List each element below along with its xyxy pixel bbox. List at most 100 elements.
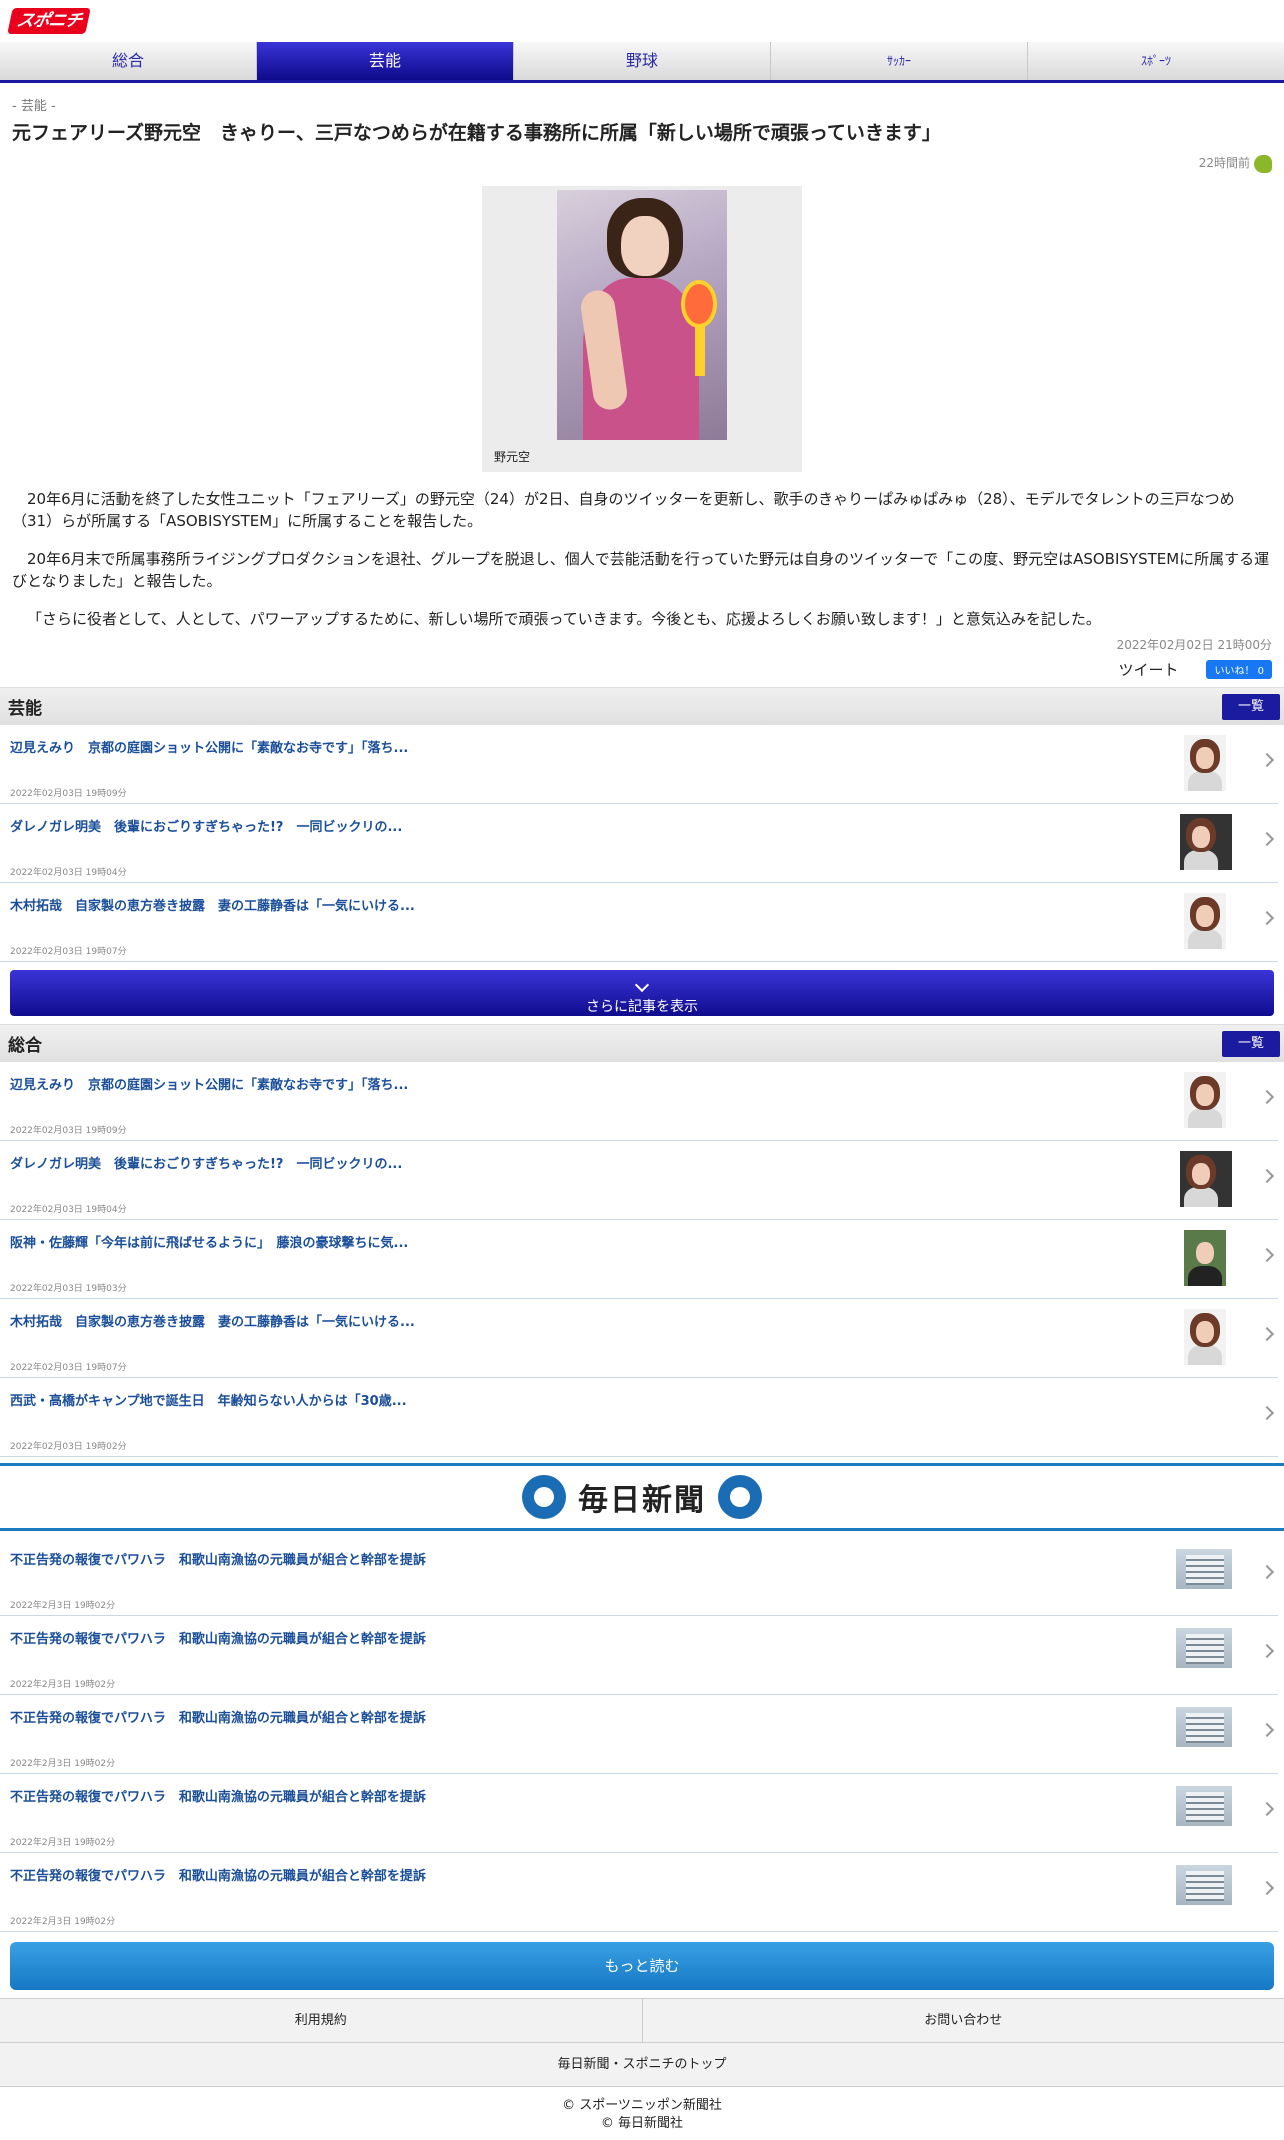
list-item[interactable]: ダレノガレ明美 後輩におごりすぎちゃった!? 一同ビックリの... 2022年0… xyxy=(0,804,1278,883)
photo-figure-face xyxy=(621,216,669,276)
horse-icon xyxy=(1254,154,1272,173)
article-age-text: 22時間前 xyxy=(1198,156,1250,170)
item-thumbnail xyxy=(1184,893,1226,949)
copyright-sponichi: © スポーツニッポン新聞社 xyxy=(562,2098,722,2113)
chevron-right-icon xyxy=(1259,1405,1275,1421)
photo-toy-handle xyxy=(695,326,705,376)
list-button[interactable]: 一覧 xyxy=(1222,1030,1280,1057)
item-title[interactable]: 辺見えみり 京都の庭園ショット公開に「素敵なお寺です」「落ち... xyxy=(10,737,1158,756)
footer-links: 利用規約 お問い合わせ xyxy=(0,1998,1284,2042)
item-title[interactable]: 不正告発の報復でパワハラ 和歌山南漁協の元職員が組合と幹部を提訴 xyxy=(10,1865,1158,1884)
show-more-label: さらに記事を表示 xyxy=(586,999,698,1015)
terms-link[interactable]: 利用規約 xyxy=(0,1999,642,2042)
read-more-button[interactable]: もっと読む xyxy=(10,1942,1274,1990)
item-thumbnail xyxy=(1180,1151,1232,1207)
list-item[interactable]: 不正告発の報復でパワハラ 和歌山南漁協の元職員が組合と幹部を提訴 2022年2月… xyxy=(0,1616,1278,1695)
item-date: 2022年02月03日 19時03分 xyxy=(10,1284,127,1294)
list-item[interactable]: 阪神・佐藤輝「今年は前に飛ばせるように」 藤浪の豪球撃ちに気... 2022年0… xyxy=(0,1220,1278,1299)
list-item[interactable]: 辺見えみり 京都の庭園ショット公開に「素敵なお寺です」「落ち... 2022年0… xyxy=(0,725,1278,804)
chevron-right-icon xyxy=(1259,1643,1275,1659)
tab-yakyu[interactable]: 野球 xyxy=(514,42,771,80)
article-age: 22時間前 xyxy=(12,152,1272,174)
section-header: 芸能 一覧 xyxy=(0,687,1284,725)
copyright-mainichi: © 毎日新聞社 xyxy=(600,2116,684,2131)
item-title[interactable]: 不正告発の報復でパワハラ 和歌山南漁協の元職員が組合と幹部を提訴 xyxy=(10,1707,1158,1726)
item-title[interactable]: 阪神・佐藤輝「今年は前に飛ばせるように」 藤浪の豪球撃ちに気... xyxy=(10,1232,1158,1251)
mainichi-banner[interactable]: 毎日新聞 xyxy=(0,1463,1284,1531)
list-item[interactable]: 西武・高橋がキャンプ地で誕生日 年齢知らない人からは「30歳... 2022年0… xyxy=(0,1378,1278,1457)
item-title[interactable]: 不正告発の報復でパワハラ 和歌山南漁協の元職員が組合と幹部を提訴 xyxy=(10,1786,1158,1805)
item-date: 2022年2月3日 19時02分 xyxy=(10,1680,116,1690)
item-thumbnail xyxy=(1176,1786,1232,1826)
item-thumbnail xyxy=(1184,1230,1226,1286)
show-more-button[interactable]: さらに記事を表示 xyxy=(10,970,1274,1016)
mainichi-emblem-icon xyxy=(522,1475,566,1519)
list-item[interactable]: 木村拓哉 自家製の恵方巻き披露 妻の工藤静香は「一気にいける... 2022年0… xyxy=(0,883,1278,962)
list-item[interactable]: 不正告発の報復でパワハラ 和歌山南漁協の元職員が組合と幹部を提訴 2022年2月… xyxy=(0,1537,1278,1616)
item-title[interactable]: ダレノガレ明美 後輩におごりすぎちゃった!? 一同ビックリの... xyxy=(10,1153,1158,1172)
section-title: 芸能 xyxy=(8,699,42,719)
item-title[interactable]: 不正告発の報復でパワハラ 和歌山南漁協の元職員が組合と幹部を提訴 xyxy=(10,1549,1158,1568)
category-nav: 総合 芸能 野球 ｻｯｶｰ ｽﾎﾟｰﾂ xyxy=(0,42,1284,83)
article-photo-box: 野元空 xyxy=(482,186,802,472)
chevron-right-icon xyxy=(1259,831,1275,847)
item-date: 2022年2月3日 19時02分 xyxy=(10,1917,116,1927)
item-date: 2022年02月03日 19時09分 xyxy=(10,789,127,799)
item-date: 2022年02月03日 19時04分 xyxy=(10,1205,127,1215)
photo-caption: 野元空 xyxy=(494,450,531,464)
article-paragraph: 「さらに役者として、人として、パワーアップするために、新しい場所で頑張っていきま… xyxy=(27,610,1101,628)
section-header: 総合 一覧 xyxy=(0,1024,1284,1062)
list-item[interactable]: 不正告発の報復でパワハラ 和歌山南漁協の元職員が組合と幹部を提訴 2022年2月… xyxy=(0,1853,1278,1932)
chevron-right-icon xyxy=(1259,1564,1275,1580)
chevron-right-icon xyxy=(1259,1801,1275,1817)
item-thumbnail xyxy=(1184,1072,1226,1128)
item-thumbnail xyxy=(1176,1707,1232,1747)
item-date: 2022年02月03日 19時07分 xyxy=(10,947,127,957)
chevron-right-icon xyxy=(1259,1089,1275,1105)
item-date: 2022年02月03日 19時07分 xyxy=(10,1363,127,1373)
tab-soccer[interactable]: ｻｯｶｰ xyxy=(771,42,1028,80)
item-thumbnail xyxy=(1184,1309,1226,1365)
tab-sports[interactable]: ｽﾎﾟｰﾂ xyxy=(1028,42,1284,80)
tweet-button[interactable]: ツイート xyxy=(1118,659,1178,680)
contact-link[interactable]: お問い合わせ xyxy=(641,1999,1284,2042)
list-item[interactable]: 不正告発の報復でパワハラ 和歌山南漁協の元職員が組合と幹部を提訴 2022年2月… xyxy=(0,1695,1278,1774)
item-title[interactable]: 木村拓哉 自家製の恵方巻き披露 妻の工藤静香は「一気にいける... xyxy=(10,895,1158,914)
chevron-down-icon xyxy=(634,977,650,993)
mainichi-section: 不正告発の報復でパワハラ 和歌山南漁協の元職員が組合と幹部を提訴 2022年2月… xyxy=(0,1537,1284,1990)
list-item[interactable]: 木村拓哉 自家製の恵方巻き披露 妻の工藤静香は「一気にいける... 2022年0… xyxy=(0,1299,1278,1378)
item-title[interactable]: 西武・高橋がキャンプ地で誕生日 年齢知らない人からは「30歳... xyxy=(10,1390,1158,1409)
top-page-link[interactable]: 毎日新聞・スポニチのトップ xyxy=(0,2043,1284,2086)
list-button[interactable]: 一覧 xyxy=(1222,693,1280,720)
article-paragraph: 20年6月末で所属事務所ライジングプロダクションを退社、グループを脱退し、個人で… xyxy=(12,550,1270,590)
facebook-like-button[interactable]: いいね！ 0 xyxy=(1206,659,1272,679)
item-title[interactable]: 木村拓哉 自家製の恵方巻き披露 妻の工藤静香は「一気にいける... xyxy=(10,1311,1158,1330)
tab-sogo[interactable]: 総合 xyxy=(0,42,257,80)
item-thumbnail xyxy=(1180,814,1232,870)
article-paragraph: 20年6月に活動を終了した女性ユニット「フェアリーズ」の野元空（24）が2日、自… xyxy=(12,490,1235,530)
article: - 芸能 - 元フェアリーズ野元空 きゃりー、三戸なつめらが在籍する事務所に所属… xyxy=(0,95,1284,681)
chevron-right-icon xyxy=(1259,752,1275,768)
sogo-section: 総合 一覧 辺見えみり 京都の庭園ショット公開に「素敵なお寺です」「落ち... … xyxy=(0,1024,1284,1457)
article-photo[interactable] xyxy=(557,190,727,440)
social-buttons: ツイート いいね！ 0 xyxy=(12,657,1272,681)
footer-top-row: 毎日新聞・スポニチのトップ xyxy=(0,2042,1284,2086)
chevron-right-icon xyxy=(1259,1880,1275,1896)
published-date: 2022年02月02日 21時00分 xyxy=(1116,638,1272,652)
sponichi-logo[interactable]: スポニチ xyxy=(7,8,91,34)
chevron-right-icon xyxy=(1259,1326,1275,1342)
list-item[interactable]: 辺見えみり 京都の庭園ショット公開に「素敵なお寺です」「落ち... 2022年0… xyxy=(0,1062,1278,1141)
item-date: 2022年2月3日 19時02分 xyxy=(10,1759,116,1769)
item-thumbnail xyxy=(1176,1628,1232,1668)
list-item[interactable]: ダレノガレ明美 後輩におごりすぎちゃった!? 一同ビックリの... 2022年0… xyxy=(0,1141,1278,1220)
item-title[interactable]: 不正告発の報復でパワハラ 和歌山南漁協の元職員が組合と幹部を提訴 xyxy=(10,1628,1158,1647)
item-date: 2022年2月3日 19時02分 xyxy=(10,1601,116,1611)
site-footer: 利用規約 お問い合わせ 毎日新聞・スポニチのトップ © スポーツニッポン新聞社 … xyxy=(0,1998,1284,2133)
item-date: 2022年02月03日 19時04分 xyxy=(10,868,127,878)
item-title[interactable]: 辺見えみり 京都の庭園ショット公開に「素敵なお寺です」「落ち... xyxy=(10,1074,1158,1093)
item-title[interactable]: ダレノガレ明美 後輩におごりすぎちゃった!? 一同ビックリの... xyxy=(10,816,1158,835)
geino-section: 芸能 一覧 辺見えみり 京都の庭園ショット公開に「素敵なお寺です」「落ち... … xyxy=(0,687,1284,1016)
list-item[interactable]: 不正告発の報復でパワハラ 和歌山南漁協の元職員が組合と幹部を提訴 2022年2月… xyxy=(0,1774,1278,1853)
chevron-right-icon xyxy=(1259,1247,1275,1263)
tab-geino[interactable]: 芸能 xyxy=(257,42,514,80)
